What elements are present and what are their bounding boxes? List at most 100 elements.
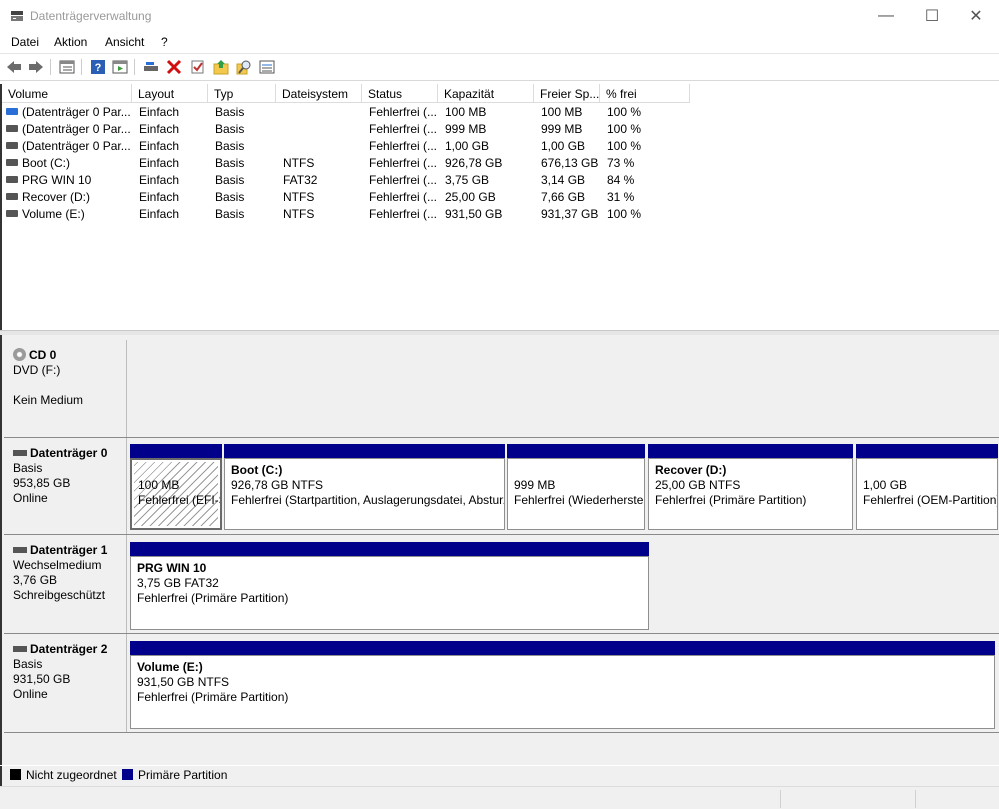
partition-bar (856, 444, 998, 458)
cell-cap: 3,75 GB (445, 173, 490, 187)
partition-name: PRG WIN 10 (137, 561, 207, 575)
connect-icon[interactable] (142, 58, 160, 76)
column-header-freier-speicher[interactable]: Freier Sp... (534, 84, 600, 103)
cell-volume: Boot (C:) (6, 156, 70, 170)
menu-aktion[interactable]: Aktion (54, 35, 87, 49)
disk2-size: 931,50 GB (13, 672, 71, 686)
close-button[interactable]: ✕ (953, 0, 999, 32)
title-bar: Datenträgerverwaltung — ☐ ✕ (0, 0, 999, 32)
maximize-button[interactable]: ☐ (909, 0, 955, 32)
disk1-label[interactable]: Datenträger 1 Wechselmedium 3,76 GB Schr… (5, 535, 127, 633)
partition-status: Fehlerfrei (OEM-Partition) (863, 493, 998, 507)
table-row[interactable]: Recover (D:) Einfach Basis NTFS Fehlerfrei (… (2, 189, 992, 206)
cd-icon (13, 348, 26, 362)
partition-efi[interactable]: 100 MB Fehlerfrei (EFI-Systempartition) (130, 458, 222, 530)
table-row[interactable]: (Datenträger 0 Par... Einfach Basis Fehlerf… (2, 104, 992, 121)
cell-layout: Einfach (139, 105, 180, 119)
partition-size: 25,00 GB NTFS (655, 478, 741, 492)
partition-recover-d[interactable]: Recover (D:) 25,00 GB NTFS Fehlerfrei (P… (648, 458, 853, 530)
volume-icon (6, 159, 18, 167)
column-header-volume[interactable]: Volume (2, 84, 132, 103)
cell-typ: Basis (215, 156, 245, 170)
disk2-label[interactable]: Datenträger 2 Basis 931,50 GB Online (5, 634, 127, 732)
menu-bar: Datei Aktion Ansicht ? (0, 32, 999, 52)
volume-name: Recover (D:) (22, 190, 91, 204)
window-title: Datenträgerverwaltung (30, 9, 152, 23)
cell-fs: NTFS (283, 207, 315, 221)
column-header-typ[interactable]: Typ (208, 84, 276, 103)
check-icon[interactable] (189, 58, 207, 76)
menu-ansicht[interactable]: Ansicht (105, 35, 144, 49)
cell-free: 100 MB (541, 105, 583, 119)
partition-status: Fehlerfrei (Wiederherstellungspartition) (514, 493, 645, 507)
table-row[interactable]: Boot (C:) Einfach Basis NTFS Fehlerfrei (...… (2, 155, 992, 172)
volume-name: (Datenträger 0 Par... (22, 105, 131, 119)
partition-name: Volume (E:) (137, 660, 203, 674)
column-header-layout[interactable]: Layout (132, 84, 208, 103)
partition-status: Fehlerfrei (Startpartition, Auslagerungs… (231, 493, 504, 507)
cd0-drive: DVD (F:) (13, 363, 61, 377)
partition-oem[interactable]: 1,00 GB Fehlerfrei (OEM-Partition) (856, 458, 998, 530)
back-icon[interactable] (5, 58, 23, 76)
forward-icon[interactable] (27, 58, 45, 76)
partition-bar (130, 444, 222, 458)
column-header-kapazitaet[interactable]: Kapazität (438, 84, 534, 103)
folder-up-icon[interactable] (212, 58, 230, 76)
disk2-state: Online (13, 687, 48, 701)
disk0-size: 953,85 GB (13, 476, 71, 490)
column-header-dateisystem[interactable]: Dateisystem (276, 84, 362, 103)
cell-cap: 25,00 GB (445, 190, 496, 204)
cell-cap: 931,50 GB (445, 207, 503, 221)
cd0-label[interactable]: CD 0 DVD (F:) Kein Medium (5, 340, 127, 437)
table-row[interactable]: Volume (E:) Einfach Basis NTFS Fehlerfrei (.… (2, 206, 992, 223)
disk1-type: Wechselmedium (13, 558, 102, 572)
volume-icon (6, 108, 18, 116)
partition-status: Fehlerfrei (Primäre Partition) (655, 493, 807, 507)
volume-list: Volume Layout Typ Dateisystem Status Kap… (0, 84, 999, 330)
partition-prg-win-10[interactable]: PRG WIN 10 3,75 GB FAT32 Fehlerfrei (Pri… (130, 556, 649, 630)
volume-name: (Datenträger 0 Par... (22, 139, 131, 153)
delete-icon[interactable] (165, 58, 183, 76)
volume-name: (Datenträger 0 Par... (22, 122, 131, 136)
minimize-button[interactable]: — (863, 0, 909, 32)
cell-status: Fehlerfrei (... (369, 139, 438, 153)
cell-cap: 100 MB (445, 105, 487, 119)
partition-bar (224, 444, 505, 458)
column-header-status[interactable]: Status (362, 84, 438, 103)
help-icon[interactable]: ? (89, 58, 107, 76)
cell-status: Fehlerfrei (... (369, 190, 438, 204)
menu-help[interactable]: ? (161, 35, 168, 49)
partition-recovery[interactable]: 999 MB Fehlerfrei (Wiederherstellungspar… (507, 458, 645, 530)
table-row[interactable]: (Datenträger 0 Par... Einfach Basis Fehlerf… (2, 138, 992, 155)
cell-status: Fehlerfrei (... (369, 173, 438, 187)
cell-typ: Basis (215, 190, 245, 204)
search-icon[interactable] (235, 58, 253, 76)
cd0-media: Kein Medium (13, 393, 84, 407)
disk0-label[interactable]: Datenträger 0 Basis 953,85 GB Online (5, 438, 127, 534)
toolbar-separator (50, 59, 51, 75)
cell-volume: (Datenträger 0 Par... (6, 122, 131, 136)
menu-datei[interactable]: Datei (11, 35, 39, 49)
toolbar-separator (81, 59, 82, 75)
volume-name: Volume (E:) (22, 207, 85, 221)
disk1-size: 3,76 GB (13, 573, 58, 587)
cell-cap: 999 MB (445, 122, 487, 136)
cell-free: 931,37 GB (541, 207, 599, 221)
status-separator (780, 790, 781, 808)
partition-size: 3,75 GB FAT32 (137, 576, 219, 590)
properties-view-icon[interactable] (58, 58, 76, 76)
partition-name: Recover (D:) (655, 463, 727, 477)
cell-typ: Basis (215, 139, 245, 153)
cell-pct: 31 % (607, 190, 635, 204)
table-row[interactable]: PRG WIN 10 Einfach Basis FAT32 Fehlerfrei (.… (2, 172, 992, 189)
cell-volume: (Datenträger 0 Par... (6, 139, 131, 153)
column-header-prozent-frei[interactable]: % frei (600, 84, 690, 103)
legend-swatch-unallocated (10, 769, 21, 780)
cell-typ: Basis (215, 105, 245, 119)
svg-text:?: ? (95, 62, 102, 74)
table-row[interactable]: (Datenträger 0 Par... Einfach Basis Fehlerf… (2, 121, 992, 138)
partition-volume-e[interactable]: Volume (E:) 931,50 GB NTFS Fehlerfrei (P… (130, 655, 995, 729)
partition-boot-c[interactable]: Boot (C:) 926,78 GB NTFS Fehlerfrei (Sta… (224, 458, 505, 530)
console-view-icon[interactable] (111, 58, 129, 76)
details-view-icon[interactable] (258, 58, 276, 76)
